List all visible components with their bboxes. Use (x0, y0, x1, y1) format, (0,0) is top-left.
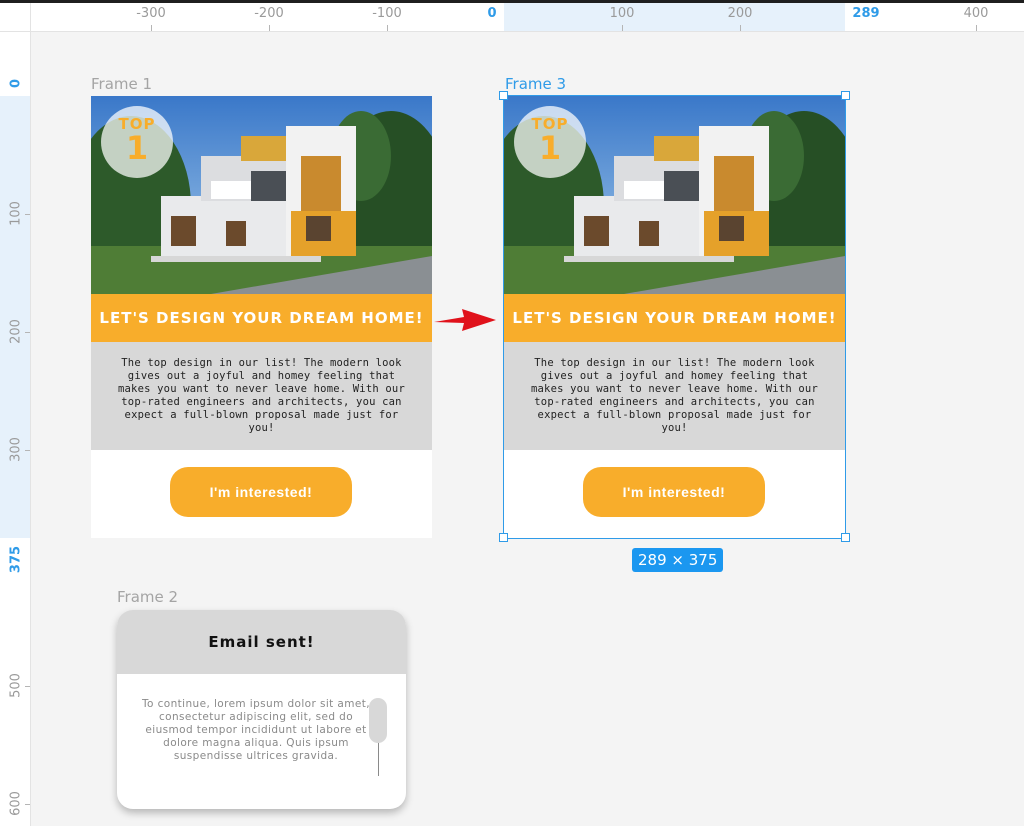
ruler-v-tick-label: 500 (8, 673, 24, 698)
ruler-h-tick-label: -100 (372, 6, 402, 21)
ruler-h-tick-mark (976, 25, 977, 31)
ruler-h-tick-mark (740, 25, 741, 31)
ruler-v-tick-mark (25, 804, 30, 805)
description-block: The top design in our list! The modern l… (91, 342, 432, 450)
frame-1-label[interactable]: Frame 1 (91, 75, 152, 93)
ruler-v-tick-label: 600 (8, 791, 24, 816)
ruler-v-tick-mark (25, 332, 30, 333)
frame-1[interactable]: TOP 1 LET'S DESIGN YOUR DREAM HOME! The … (91, 96, 432, 538)
headline-banner: LET'S DESIGN YOUR DREAM HOME! (504, 294, 845, 342)
ruler-h-tick-label: -300 (136, 6, 166, 21)
ruler-v-tick-label: 0 (8, 78, 24, 89)
top-1-badge: TOP 1 (101, 106, 173, 178)
ruler-h-tick-label: 200 (727, 6, 753, 21)
ruler-v-tick-label: 375 (8, 545, 24, 574)
ruler-h-tick-mark (269, 25, 270, 31)
ruler-h-tick-mark (622, 25, 623, 31)
horizontal-ruler-selection-range (504, 3, 845, 31)
description-text: The top design in our list! The modern l… (531, 357, 818, 434)
ruler-h-tick-label: -200 (254, 6, 284, 21)
selection-size-badge: 289 × 375 (632, 548, 724, 572)
top-1-badge: TOP 1 (514, 106, 586, 178)
description-block: The top design in our list! The modern l… (504, 342, 845, 450)
ruler-v-tick-mark (25, 686, 30, 687)
email-sent-modal[interactable]: Email sent! To continue, lorem ipsum dol… (117, 610, 406, 809)
headline-banner: LET'S DESIGN YOUR DREAM HOME! (91, 294, 432, 342)
ruler-h-tick-label: 400 (963, 6, 989, 21)
ruler-v-tick-label: 100 (8, 201, 24, 226)
ruler-h-tick-mark (151, 25, 152, 31)
resize-handle-top-left[interactable] (499, 91, 508, 100)
ruler-h-tick-mark (387, 25, 388, 31)
ruler-h-tick-label: 0 (487, 6, 497, 21)
description-text: The top design in our list! The modern l… (118, 357, 405, 434)
modal-body-text: To continue, lorem ipsum dolor sit amet,… (142, 698, 370, 762)
interested-button[interactable]: I'm interested! (170, 467, 352, 517)
ruler-v-tick-label: 300 (8, 437, 24, 462)
interested-button[interactable]: I'm interested! (583, 467, 765, 517)
ruler-v-tick-mark (25, 214, 30, 215)
house-photo: TOP 1 (91, 96, 432, 294)
frame-2-label[interactable]: Frame 2 (117, 588, 178, 606)
resize-handle-top-right[interactable] (841, 91, 850, 100)
frame-3[interactable]: TOP 1 LET'S DESIGN YOUR DREAM HOME! The … (504, 96, 845, 538)
arrow-right-icon (434, 309, 496, 331)
ruler-v-tick-label: 200 (8, 319, 24, 344)
scrollbar-thumb[interactable] (369, 698, 387, 743)
ruler-v-tick-mark (25, 450, 30, 451)
badge-rank-text: 1 (538, 129, 562, 167)
frame-3-label[interactable]: Frame 3 (505, 75, 566, 93)
ruler-h-tick-label: 100 (609, 6, 635, 21)
ruler-h-tick-label: 289 (852, 6, 880, 21)
badge-rank-text: 1 (125, 129, 149, 167)
house-photo: TOP 1 (504, 96, 845, 294)
resize-handle-bottom-left[interactable] (499, 533, 508, 542)
ruler-corner (0, 3, 31, 32)
modal-title: Email sent! (117, 610, 406, 674)
resize-handle-bottom-right[interactable] (841, 533, 850, 542)
